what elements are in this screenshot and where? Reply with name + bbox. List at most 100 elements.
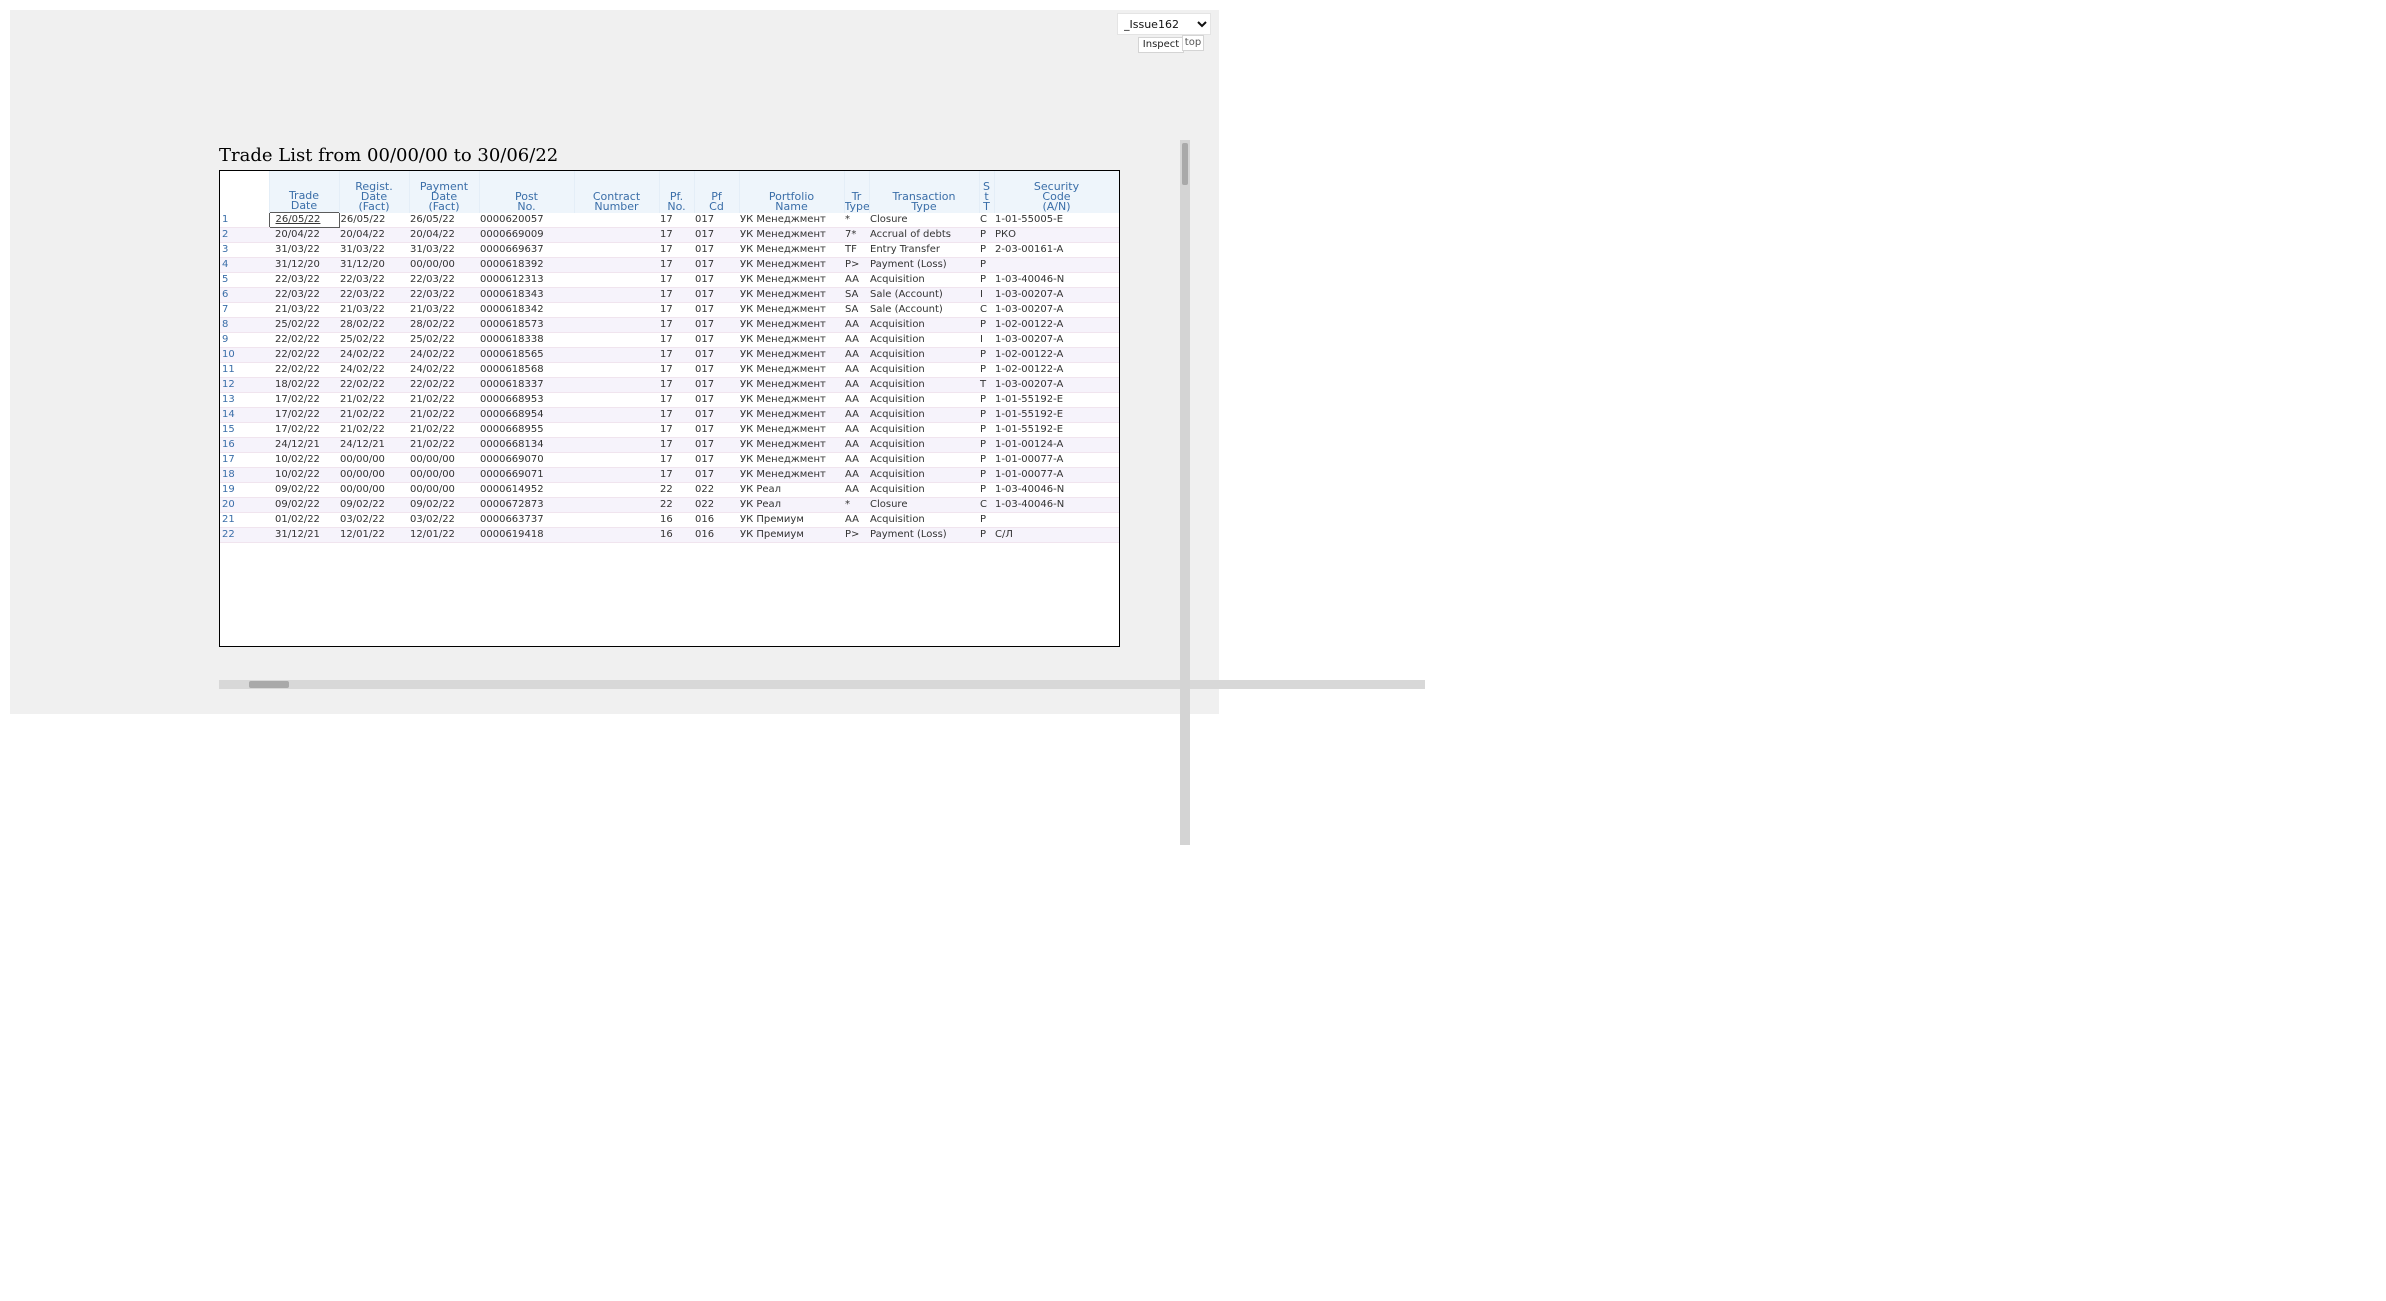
cell-portfolio-name[interactable]: УК Менеджмент [739,287,844,303]
cell-contract-number[interactable] [574,452,659,468]
cell-security-code[interactable]: 1-01-55192-E [994,392,1119,408]
cell-payment-date[interactable]: 21/02/22 [409,392,479,408]
cell-pf-no[interactable]: 17 [659,302,694,318]
cell-tr-type[interactable]: AA [844,272,869,288]
table-row[interactable]: 1 26/05/22 26/05/22 26/05/22 0000620057 17 017… [220,212,1119,228]
column-header-regist-date[interactable]: Regist. Date (Fact) [339,171,410,213]
cell-contract-number[interactable] [574,392,659,408]
cell-trade-date[interactable]: 09/02/22 [269,482,339,498]
cell-portfolio-name[interactable]: УК Менеджмент [739,347,844,363]
cell-portfolio-name[interactable]: УК Менеджмент [739,302,844,318]
cell-post-no[interactable]: 0000669637 [479,242,574,258]
horizontal-scrollbar-thumb[interactable] [249,681,289,688]
table-row[interactable]: 10 22/02/22 24/02/22 24/02/22 0000618565 17 01… [220,347,1119,363]
table-row[interactable]: 16 24/12/21 24/12/21 21/02/22 0000668134 17 01… [220,437,1119,453]
cell-transaction-type[interactable]: Acquisition [869,272,979,288]
cell-transaction-type[interactable]: Acquisition [869,392,979,408]
cell-pf-no[interactable]: 22 [659,482,694,498]
cell-rownum[interactable]: 12 [220,377,269,393]
table-row[interactable]: 21 01/02/22 03/02/22 03/02/22 0000663737 16 01… [220,512,1119,528]
table-row[interactable]: 8 25/02/22 28/02/22 28/02/22 0000618573 17 017… [220,317,1119,333]
cell-security-code[interactable]: 1-01-00077-A [994,467,1119,483]
cell-transaction-type[interactable]: Payment (Loss) [869,527,979,543]
cell-rownum[interactable]: 10 [220,347,269,363]
cell-post-no[interactable]: 0000620057 [479,212,574,228]
cell-pf-cd[interactable]: 017 [694,317,739,333]
cell-payment-date[interactable]: 21/02/22 [409,422,479,438]
cell-post-no[interactable]: 0000618338 [479,332,574,348]
cell-trade-date[interactable]: 31/12/20 [269,257,339,273]
cell-post-no[interactable]: 0000669071 [479,467,574,483]
cell-security-code[interactable]: 1-03-00207-A [994,287,1119,303]
cell-payment-date[interactable]: 12/01/22 [409,527,479,543]
cell-regist-date[interactable]: 21/02/22 [339,422,409,438]
cell-portfolio-name[interactable]: УК Менеджмент [739,227,844,243]
cell-payment-date[interactable]: 20/04/22 [409,227,479,243]
cell-st[interactable]: P [979,362,994,378]
cell-contract-number[interactable] [574,482,659,498]
cell-trade-date[interactable]: 10/02/22 [269,467,339,483]
cell-regist-date[interactable]: 24/02/22 [339,362,409,378]
cell-rownum[interactable]: 22 [220,527,269,543]
table-row[interactable]: 3 31/03/22 31/03/22 31/03/22 0000669637 17 017… [220,242,1119,258]
cell-st[interactable]: P [979,437,994,453]
cell-post-no[interactable]: 0000614952 [479,482,574,498]
cell-payment-date[interactable]: 24/02/22 [409,362,479,378]
cell-pf-cd[interactable]: 017 [694,392,739,408]
cell-payment-date[interactable]: 26/05/22 [409,212,479,228]
cell-pf-cd[interactable]: 016 [694,512,739,528]
cell-rownum[interactable]: 1 [220,212,269,228]
table-row[interactable]: 6 22/03/22 22/03/22 22/03/22 0000618343 17 017… [220,287,1119,303]
cell-payment-date[interactable]: 03/02/22 [409,512,479,528]
cell-portfolio-name[interactable]: УК Реал [739,497,844,513]
column-header-tr-type[interactable]: Tr Type [844,171,870,213]
cell-rownum[interactable]: 11 [220,362,269,378]
cell-security-code[interactable] [994,512,1119,528]
cell-transaction-type[interactable]: Sale (Account) [869,302,979,318]
cell-st[interactable]: P [979,272,994,288]
cell-contract-number[interactable] [574,317,659,333]
cell-pf-no[interactable]: 17 [659,407,694,423]
cell-portfolio-name[interactable]: УК Менеджмент [739,332,844,348]
column-header-pf-no[interactable]: Pf. No. [659,171,695,213]
cell-st[interactable]: P [979,482,994,498]
cell-st[interactable]: P [979,407,994,423]
cell-pf-cd[interactable]: 017 [694,272,739,288]
table-row[interactable]: 7 21/03/22 21/03/22 21/03/22 0000618342 17 017… [220,302,1119,318]
cell-tr-type[interactable]: AA [844,392,869,408]
cell-post-no[interactable]: 0000619418 [479,527,574,543]
cell-portfolio-name[interactable]: УК Менеджмент [739,317,844,333]
cell-pf-no[interactable]: 17 [659,227,694,243]
cell-payment-date[interactable]: 31/03/22 [409,242,479,258]
cell-tr-type[interactable]: P> [844,257,869,273]
cell-post-no[interactable]: 0000668954 [479,407,574,423]
table-row[interactable]: 22 31/12/21 12/01/22 12/01/22 0000619418 16 01… [220,527,1119,543]
column-header-post-no[interactable]: Post No. [479,171,575,213]
cell-regist-date[interactable]: 22/03/22 [339,287,409,303]
issue-select[interactable]: _Issue162 [1117,13,1211,35]
cell-security-code[interactable]: 1-03-40046-N [994,272,1119,288]
top-button[interactable]: top [1182,35,1204,51]
cell-post-no[interactable]: 0000618573 [479,317,574,333]
cell-pf-no[interactable]: 22 [659,497,694,513]
cell-pf-cd[interactable]: 017 [694,242,739,258]
cell-pf-cd[interactable]: 022 [694,482,739,498]
cell-trade-date[interactable]: 22/02/22 [269,332,339,348]
cell-st[interactable]: P [979,317,994,333]
cell-security-code[interactable]: 1-03-00207-A [994,377,1119,393]
cell-pf-cd[interactable]: 022 [694,497,739,513]
cell-portfolio-name[interactable]: УК Менеджмент [739,257,844,273]
cell-pf-cd[interactable]: 016 [694,527,739,543]
cell-st[interactable]: C [979,212,994,228]
cell-payment-date[interactable]: 21/03/22 [409,302,479,318]
cell-tr-type[interactable]: * [844,212,869,228]
cell-contract-number[interactable] [574,422,659,438]
cell-tr-type[interactable]: * [844,497,869,513]
table-row[interactable]: 12 18/02/22 22/02/22 22/02/22 0000618337 17 01… [220,377,1119,393]
table-row[interactable]: 13 17/02/22 21/02/22 21/02/22 0000668953 17 01… [220,392,1119,408]
cell-transaction-type[interactable]: Acquisition [869,452,979,468]
cell-st[interactable]: P [979,242,994,258]
table-row[interactable]: 2 20/04/22 20/04/22 20/04/22 0000669009 17 017… [220,227,1119,243]
cell-tr-type[interactable]: AA [844,467,869,483]
cell-security-code[interactable]: 1-01-00077-A [994,452,1119,468]
